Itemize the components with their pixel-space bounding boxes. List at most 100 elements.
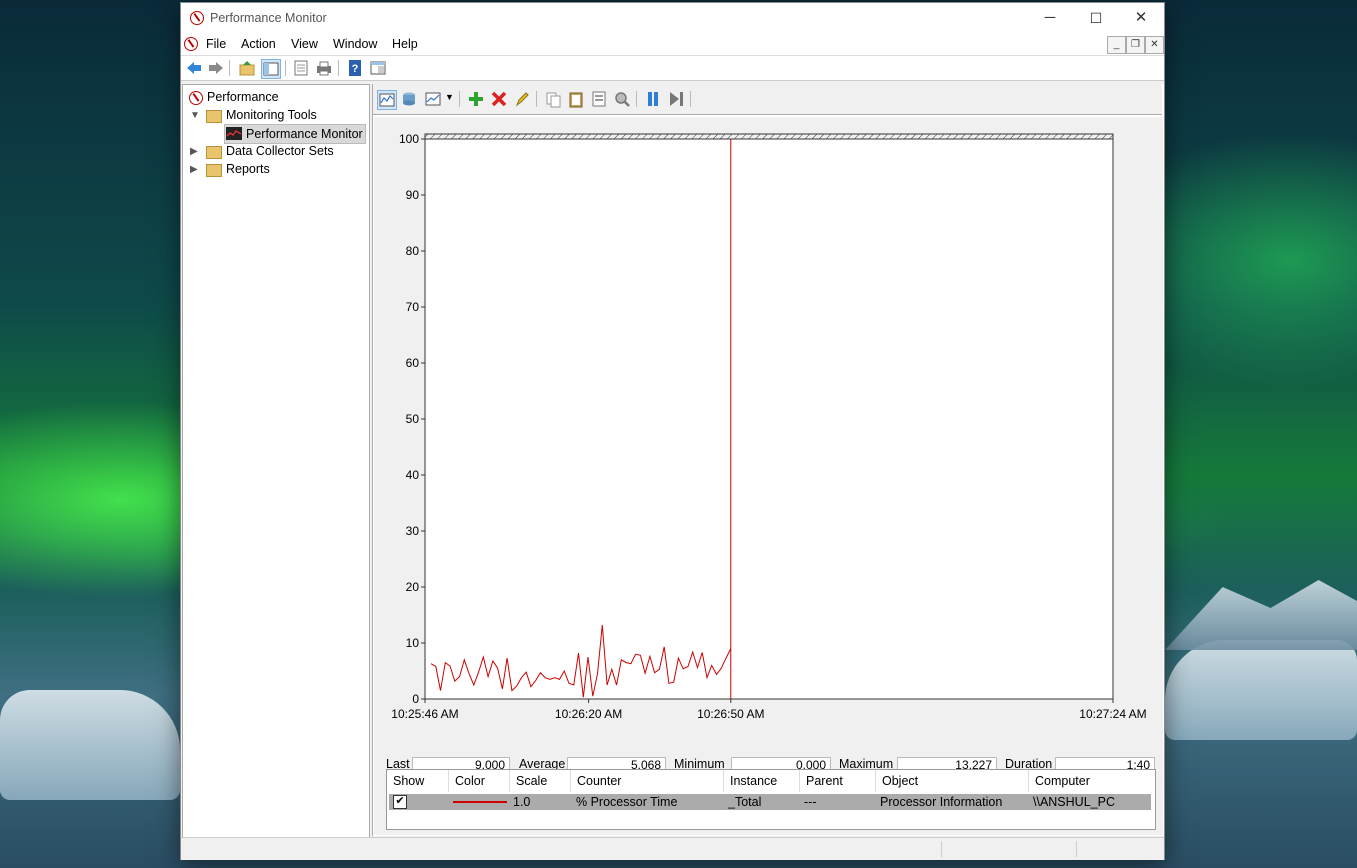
highlight-pen-icon[interactable] (513, 90, 531, 108)
status-bar (181, 837, 1164, 860)
performance-monitor-pane: ▼ 0 10 20 30 40 50 60 70 80 90 100 10:25… (372, 84, 1164, 836)
y-tick-label: 10 (406, 636, 420, 650)
expand-caret-icon[interactable]: ▶ (190, 146, 198, 157)
legend-header-instance[interactable]: Instance (724, 770, 800, 792)
menu-view[interactable]: View (291, 37, 318, 51)
menu-window[interactable]: Window (333, 37, 377, 51)
view-current-activity-icon[interactable] (377, 90, 397, 110)
line-chart[interactable]: 0 10 20 30 40 50 60 70 80 90 100 10:25:46 AM 10:26:… (374, 117, 1163, 747)
counter-legend: Show Color Scale Counter Instance Parent… (386, 769, 1156, 830)
mdi-close-icon[interactable]: ✕ (1145, 36, 1164, 54)
back-arrow-icon[interactable] (185, 59, 203, 77)
y-tick-label: 0 (412, 692, 419, 706)
tree-item-reports[interactable]: Reports (226, 162, 270, 176)
table-row[interactable]: ✔ 1.0 % Processor Time _Total --- Proces… (389, 794, 1151, 810)
minimize-button[interactable]: ─ (1027, 3, 1073, 33)
close-button[interactable]: ✕ (1118, 3, 1164, 33)
legend-header-object[interactable]: Object (876, 770, 1029, 792)
y-tick-label: 60 (406, 356, 420, 370)
counter-color-swatch (453, 801, 507, 803)
y-tick-label: 20 (406, 580, 420, 594)
legend-header-show[interactable]: Show (387, 770, 449, 792)
monitoring-tools-folder-icon (206, 110, 222, 123)
export-list-icon[interactable] (292, 59, 310, 77)
collapse-caret-icon[interactable]: ▼ (190, 110, 200, 121)
expand-caret-icon[interactable]: ▶ (190, 164, 198, 175)
performance-monitor-window: Performance Monitor ─ ☐ ✕ File Action Vi… (180, 2, 1165, 860)
show-checkbox[interactable]: ✔ (393, 795, 407, 809)
zoom-magnifier-icon[interactable] (613, 90, 631, 108)
y-tick-label: 50 (406, 412, 420, 426)
title-bar[interactable]: Performance Monitor ─ ☐ ✕ (181, 3, 1164, 33)
window-title: Performance Monitor (210, 11, 327, 25)
legend-header-scale[interactable]: Scale (510, 770, 571, 792)
performance-monitor-chart-icon (226, 127, 242, 140)
menu-bar: File Action View Window Help _ ❐ ✕ (181, 33, 1164, 56)
counter-parent: --- (804, 795, 817, 809)
y-tick-label: 90 (406, 188, 420, 202)
system-menu-icon[interactable] (184, 37, 198, 51)
x-tick-label: 10:26:20 AM (555, 707, 622, 721)
status-divider (941, 841, 942, 857)
main-toolbar: ? (181, 56, 1164, 81)
data-collector-sets-folder-icon (206, 146, 222, 159)
toolbar-separator (636, 91, 637, 107)
paste-counter-list-icon[interactable] (567, 90, 585, 108)
view-log-data-icon[interactable] (400, 90, 418, 108)
counter-instance: _Total (728, 795, 762, 809)
legend-header-counter[interactable]: Counter (571, 770, 724, 792)
show-hide-console-tree-icon[interactable] (261, 59, 281, 79)
tree-item-monitoring-tools[interactable]: Monitoring Tools (226, 108, 317, 122)
chevron-down-icon[interactable]: ▼ (445, 92, 454, 102)
x-tick-label: 10:27:24 AM (1079, 707, 1146, 721)
menu-help[interactable]: Help (392, 37, 418, 51)
svg-text:?: ? (352, 63, 359, 75)
help-icon[interactable]: ? (346, 59, 364, 77)
tree-item-performance-monitor-selected[interactable]: Performance Monitor (224, 124, 366, 144)
tree-item-performance[interactable]: Performance (207, 90, 279, 104)
change-graph-type-icon[interactable] (424, 90, 442, 108)
up-folder-icon[interactable] (238, 59, 256, 77)
status-divider (1076, 841, 1077, 857)
tree-item-data-collector-sets[interactable]: Data Collector Sets (226, 144, 334, 158)
counter-scale: 1.0 (513, 795, 531, 809)
legend-header-parent[interactable]: Parent (800, 770, 876, 792)
forward-arrow-icon[interactable] (207, 59, 225, 77)
menu-file[interactable]: File (206, 37, 226, 51)
counter-name: % Processor Time (576, 795, 678, 809)
add-counter-icon[interactable] (467, 90, 485, 108)
copy-properties-icon[interactable] (544, 90, 562, 108)
delete-counter-icon[interactable] (490, 90, 508, 108)
menu-action[interactable]: Action (241, 37, 276, 51)
x-axis: 10:25:46 AM 10:26:20 AM 10:26:50 AM 10:27:2… (391, 699, 1147, 721)
performance-node-icon (189, 91, 203, 105)
y-tick-label: 80 (406, 244, 420, 258)
x-tick-label: 10:25:46 AM (391, 707, 458, 721)
freeze-display-pause-icon[interactable] (644, 90, 662, 108)
properties-pane-icon[interactable] (369, 59, 387, 77)
tree-item-performance-monitor: Performance Monitor (246, 127, 363, 141)
y-tick-label: 100 (399, 132, 419, 146)
iceberg (1165, 640, 1357, 740)
toolbar-separator (690, 91, 691, 107)
chart-area: 0 10 20 30 40 50 60 70 80 90 100 10:25:46 AM 10:26:… (374, 117, 1163, 835)
legend-header-computer[interactable]: Computer (1029, 770, 1153, 792)
mdi-minimize-icon[interactable]: _ (1107, 36, 1126, 54)
counter-object: Processor Information (880, 795, 1003, 809)
toolbar-separator (459, 91, 460, 107)
toolbar-separator (536, 91, 537, 107)
properties-icon[interactable] (590, 90, 608, 108)
toolbar-separator (338, 60, 339, 76)
mdi-restore-icon[interactable]: ❐ (1126, 36, 1145, 54)
maximize-button[interactable]: ☐ (1073, 3, 1119, 33)
plot-area (424, 138, 1114, 700)
legend-header-color[interactable]: Color (449, 770, 510, 792)
update-data-step-icon[interactable] (667, 90, 685, 108)
performance-app-icon (190, 11, 204, 25)
console-tree: Performance ▼ Monitoring Tools Performan… (182, 84, 370, 838)
graph-toolbar: ▼ (373, 84, 1162, 115)
iceberg (0, 690, 180, 800)
toolbar-separator (229, 60, 230, 76)
print-icon[interactable] (315, 59, 333, 77)
y-tick-label: 70 (406, 300, 420, 314)
